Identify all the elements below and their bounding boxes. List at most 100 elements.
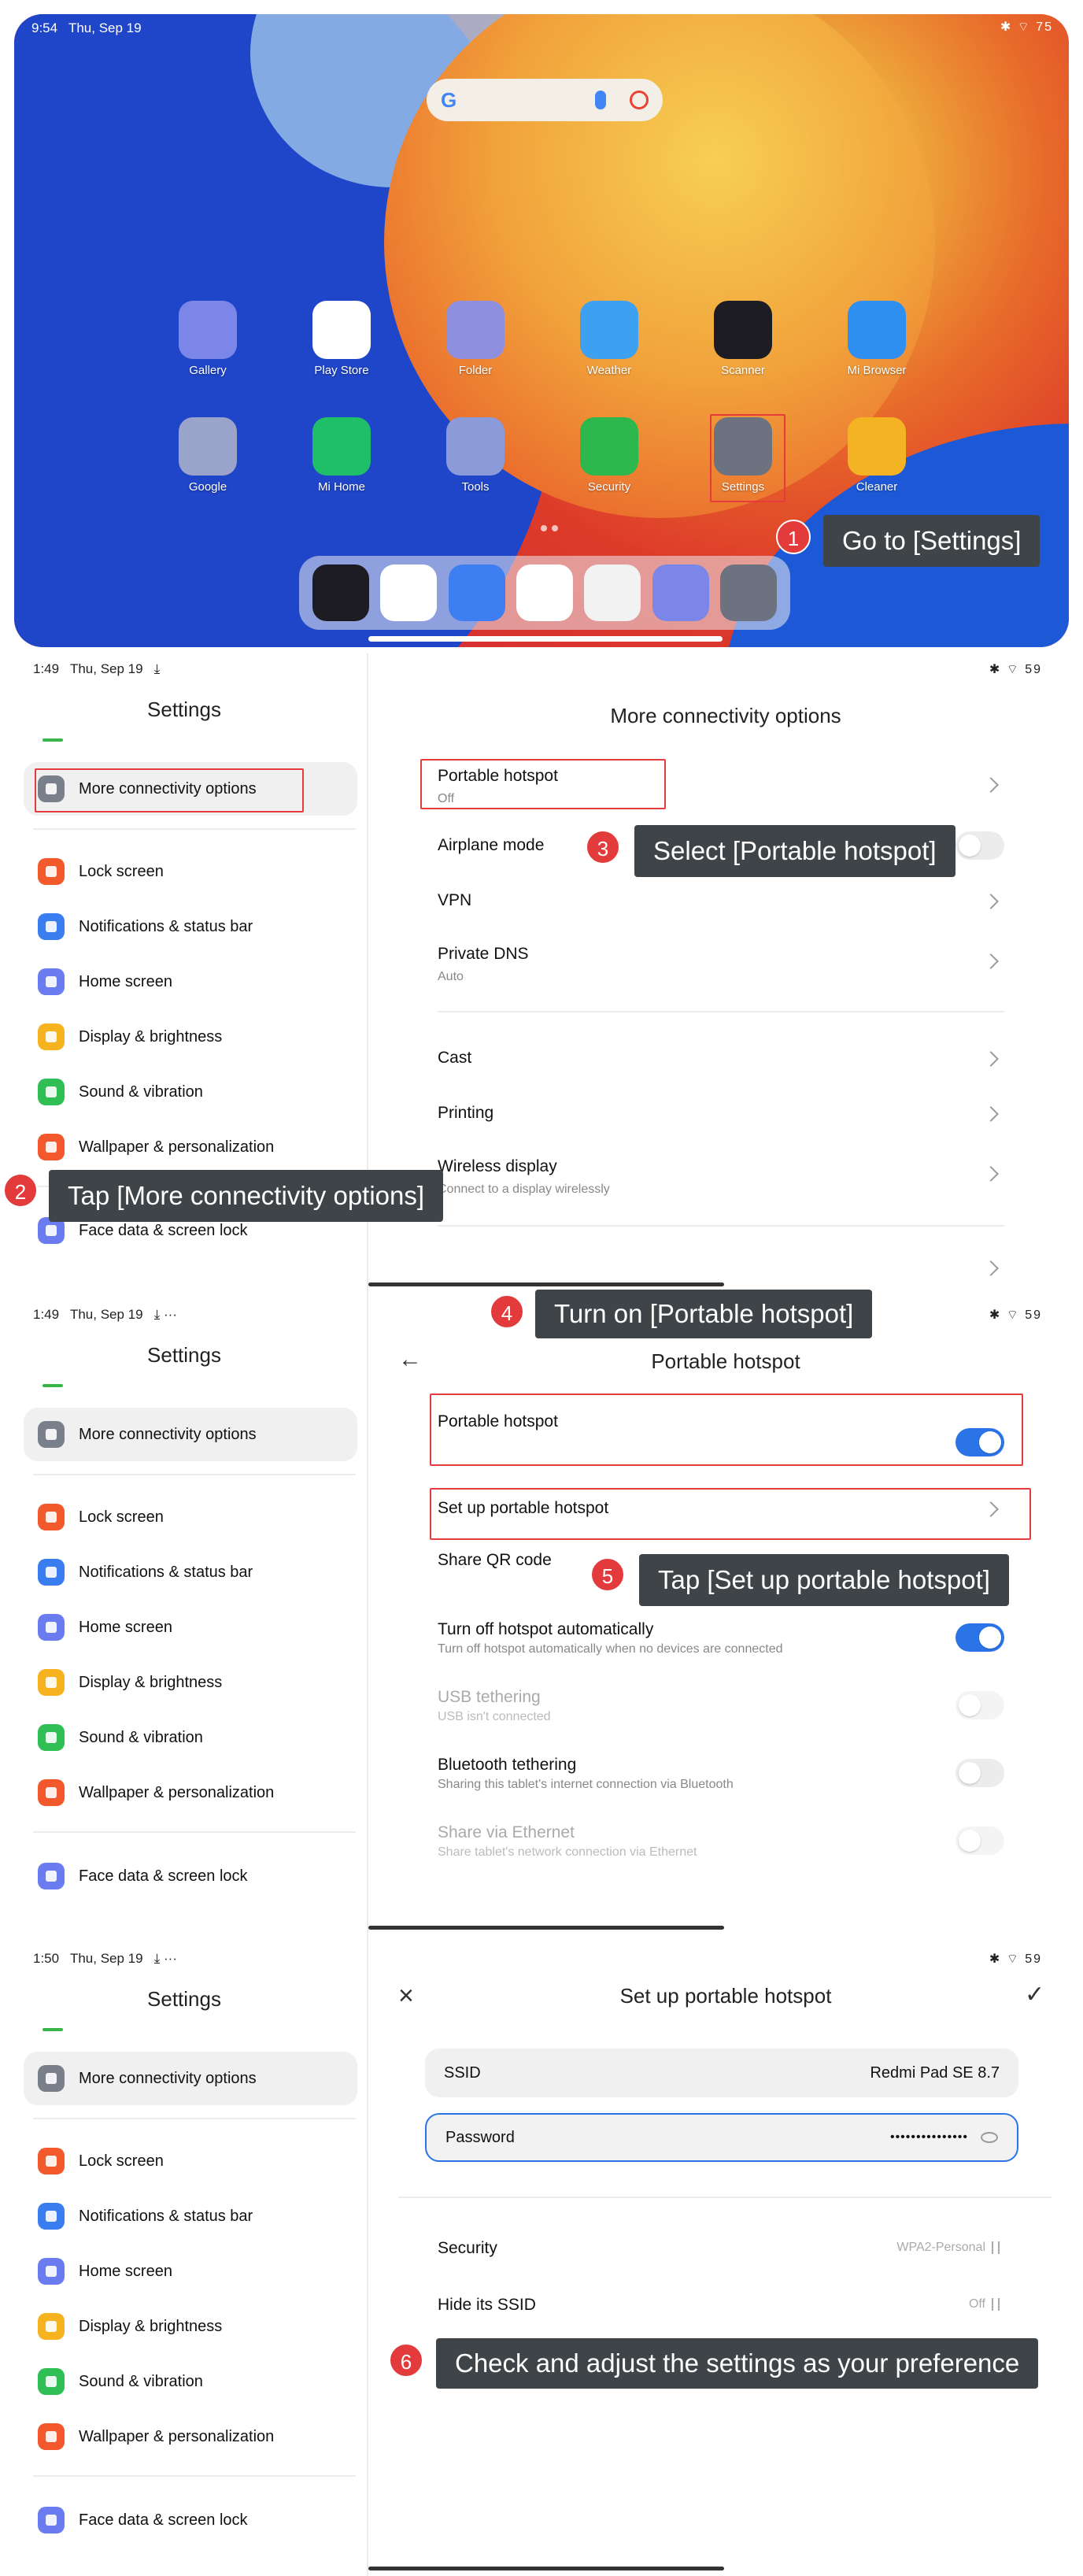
step-5-callout: Tap [Set up portable hotspot] [639,1554,1009,1606]
app-label: Cleaner [856,480,898,494]
google-search-bar[interactable]: G [427,79,663,121]
row-title: Cast [438,1049,472,1067]
wallpaper-icon [38,1134,65,1160]
auto-off-toggle[interactable] [955,1623,1004,1652]
ssid-label: SSID [444,2063,481,2082]
app-google-folder[interactable]: Google [161,417,255,494]
bluetooth-tethering-toggle[interactable] [955,1759,1004,1787]
hide-ssid-row[interactable]: Hide its SSID Off [438,2296,1004,2315]
scroll-stub [43,2028,63,2031]
printing-row[interactable]: Printing [438,1104,1004,1123]
sidebar-item-wallpaper[interactable]: Wallpaper & personalization [38,2423,274,2450]
camera-icon[interactable] [584,564,641,621]
sidebar-item-face-data[interactable]: Face data & screen lock [38,1863,248,1889]
portable-hotspot-row[interactable]: Portable hotspot Off [438,767,1004,806]
messages-icon[interactable] [448,564,505,621]
settings-icon[interactable] [719,564,777,621]
security-icon [580,417,638,476]
sidebar-item-more-connectivity[interactable]: More connectivity options [38,1421,257,1448]
chrome-icon[interactable] [380,564,438,621]
row-title: Turn off hotspot automatically [438,1620,654,1638]
app-weather[interactable]: Weather [562,301,656,377]
app-tools-folder[interactable]: Tools [428,417,523,494]
app-scanner[interactable]: Scanner [696,301,790,377]
video-player-icon[interactable] [516,564,573,621]
wireless-display-row[interactable]: Wireless display Connect to a display wi… [438,1157,1004,1197]
home-indicator[interactable] [368,636,723,642]
sidebar-item-brightness[interactable]: Display & brightness [38,2313,222,2340]
step-4-badge: 4 [490,1294,524,1329]
sidebar-item-lock[interactable]: Lock screen [38,2148,164,2174]
fingerprint-icon [38,1863,65,1889]
microphone-icon[interactable] [595,91,606,109]
bluetooth-tethering-row[interactable]: Bluetooth tethering Sharing this tablet'… [438,1756,1004,1792]
sidebar-item-label: Display & brightness [79,2317,223,2335]
sidebar-item-brightness[interactable]: Display & brightness [38,1669,222,1696]
sidebar-item-wallpaper[interactable]: Wallpaper & personalization [38,1134,274,1160]
app-label: Mi Browser [847,364,907,377]
sidebar-item-notification[interactable]: Notifications & status bar [38,913,253,940]
home-icon [38,968,65,995]
app-mi-home[interactable]: Mi Home [294,417,389,494]
sidebar-item-notification[interactable]: Notifications & status bar [38,1559,253,1586]
gallery-icon[interactable] [652,564,709,621]
sidebar-item-lock[interactable]: Lock screen [38,858,164,885]
app-play-store[interactable]: Play Store [294,301,389,377]
row-subtitle: Connect to a display wirelessly [438,1183,610,1196]
app-settings[interactable]: Settings [696,417,790,494]
private-dns-row[interactable]: Private DNS Auto [438,945,1004,984]
ssid-field[interactable]: SSID Redmi Pad SE 8.7 [425,2049,1018,2097]
security-row[interactable]: Security WPA2-Personal [438,2239,1004,2258]
navigation-bar[interactable] [368,1926,724,1930]
status-icons: ✱ ⌔ 59 [989,1952,1042,1966]
app-gallery[interactable]: Gallery [161,301,255,377]
sidebar-item-sound[interactable]: Sound & vibration [38,2368,203,2395]
row-subtitle: Auto [438,970,464,983]
app-mi-browser[interactable]: Mi Browser [830,301,924,377]
sidebar-item-more-connectivity[interactable]: More connectivity options [38,775,257,802]
notification-icon [38,913,65,940]
navigation-bar[interactable] [368,1282,724,1286]
sidebar-item-sound[interactable]: Sound & vibration [38,1079,203,1105]
share-ethernet-row: Share via Ethernet Share tablet's networ… [438,1823,1004,1860]
lock-icon [38,2148,65,2174]
sidebar-item-home[interactable]: Home screen [38,968,172,995]
app-cleaner[interactable]: Cleaner [830,417,924,494]
cast-row[interactable]: Cast [438,1049,1004,1068]
show-password-icon[interactable] [981,2132,998,2143]
security-value: WPA2-Personal [896,2241,985,2254]
set-up-hotspot-row[interactable]: Set up portable hotspot [438,1499,1004,1518]
vpn-row[interactable]: VPN [438,891,1004,910]
home-screen-panel: 9:54 Thu, Sep 19 ✱ ⌔ 75 G Gallery Play St… [0,0,1083,653]
sidebar-item-more-connectivity[interactable]: More connectivity options [38,2065,257,2092]
password-field[interactable]: Password ••••••••••••••• [425,2113,1018,2162]
sidebar-item-face-data[interactable]: Face data & screen lock [38,2507,248,2533]
sidebar-item-home[interactable]: Home screen [38,2258,172,2285]
airplane-mode-toggle[interactable] [955,831,1004,860]
scanner-icon[interactable] [312,564,370,621]
sidebar-item-notification[interactable]: Notifications & status bar [38,2203,253,2230]
page-title: Set up portable hotspot [619,1984,832,2008]
step-2-callout: Tap [More connectivity options] [49,1170,444,1222]
app-label: Mi Home [317,480,365,494]
sidebar-item-sound[interactable]: Sound & vibration [38,1724,203,1751]
sidebar-item-home[interactable]: Home screen [38,1614,172,1641]
sidebar-title: Settings [147,1343,221,1367]
sidebar-item-label: Sound & vibration [79,1728,203,1746]
portable-hotspot-toggle-row[interactable]: Portable hotspot [438,1412,1004,1456]
auto-off-row[interactable]: Turn off hotspot automatically Turn off … [438,1620,1004,1656]
sidebar-item-label: More connectivity options [79,779,257,798]
portable-hotspot-toggle[interactable] [955,1428,1004,1456]
navigation-bar[interactable] [368,2567,724,2570]
sidebar-item-wallpaper[interactable]: Wallpaper & personalization [38,1779,274,1806]
confirm-check-icon[interactable]: ✓ [1025,1981,1044,2008]
sidebar-item-brightness[interactable]: Display & brightness [38,1023,222,1050]
row-subtitle: Share tablet's network connection via Et… [438,1845,697,1859]
sidebar-item-label: Notifications & status bar [79,917,253,935]
app-folder[interactable]: Folder [428,301,523,377]
lens-icon[interactable] [630,91,649,109]
weather-icon [580,301,638,359]
step-4-callout: Turn on [Portable hotspot] [535,1290,873,1338]
app-security[interactable]: Security [562,417,656,494]
sidebar-item-lock[interactable]: Lock screen [38,1504,164,1530]
